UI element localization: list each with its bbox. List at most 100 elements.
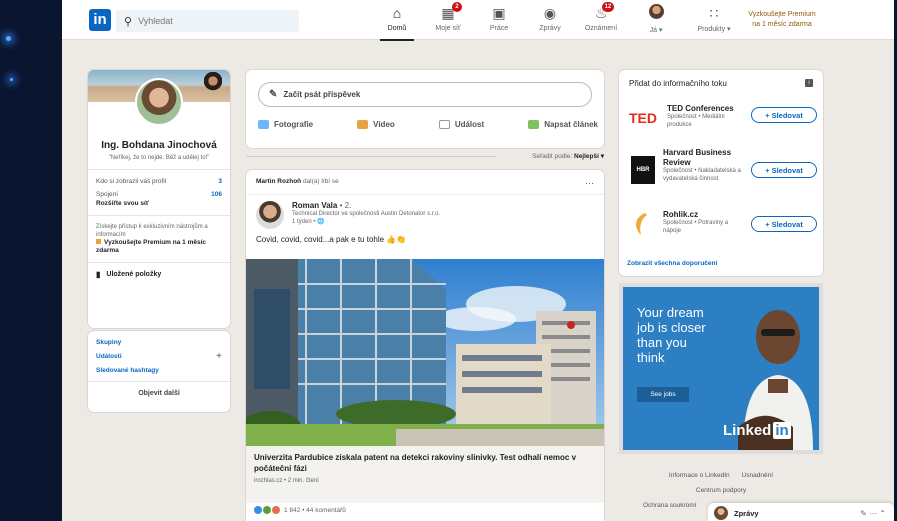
suggestion-name[interactable]: Harvard Business Review	[663, 148, 747, 168]
premium-upsell[interactable]: Získejte přístup k exkluzivním nástrojům…	[88, 223, 230, 255]
feed-post: Martin Rozhoň dal(a) líbí se ··· Roman V…	[246, 170, 604, 521]
follow-button[interactable]: + Sledovat	[751, 162, 817, 178]
saved-items-link[interactable]: ▮ Uložené položky	[88, 270, 230, 279]
suggestion-name[interactable]: TED Conferences	[667, 104, 751, 114]
ad-brand-in: in	[773, 422, 791, 439]
nav-messaging-label: Zprávy	[539, 25, 561, 32]
followed-hashtags-link[interactable]: Sledované hashtagy	[88, 366, 230, 375]
video-icon	[357, 120, 369, 129]
nav-notifications-label: Oznámení	[584, 25, 618, 32]
browser-viewport: in ⚲ ⌂ Domů ▦2 Moje síť ▣ Práce ◉ Zprávy…	[62, 0, 894, 521]
premium-icon	[96, 239, 101, 244]
footer-help-link[interactable]: Centrum podpory	[696, 487, 746, 494]
nav-home[interactable]: ⌂ Domů	[372, 4, 422, 41]
nav-my-network[interactable]: ▦ 2 Moje síť	[423, 2, 473, 38]
ad-banner[interactable]: Your dream job is closer than you think …	[623, 287, 819, 450]
post-image[interactable]	[246, 259, 604, 446]
suggestion-item: TED TED Conferences Společnost • Mediáln…	[627, 104, 817, 132]
nav-jobs-label: Práce	[489, 25, 509, 32]
post-time: 1 týden • 🌐	[292, 219, 325, 225]
divider	[88, 169, 230, 170]
ad-headline: Your dream job is closer than you think	[637, 305, 706, 365]
search-input[interactable]	[138, 16, 289, 26]
post-menu-icon[interactable]: ···	[585, 178, 594, 188]
profile-card: Ing. Bohdana Jinochová "Neříkej, že to n…	[88, 70, 230, 328]
premium-line-2: na 1 měsíc zdarma	[752, 21, 812, 28]
footer-privacy-link[interactable]: Ochrana soukromí	[643, 502, 696, 509]
linkedin-logo[interactable]: in	[89, 9, 111, 31]
article-preview[interactable]: Univerzita Pardubice získala patent na d…	[246, 446, 604, 503]
event-button[interactable]: Událost	[438, 120, 484, 129]
feed-sort-dropdown[interactable]: Seřadit podle: Nejlepší ▾	[246, 152, 604, 160]
footer-about-link[interactable]: Informace o LinkedIn	[669, 472, 730, 479]
photo-label: Fotografie	[274, 120, 314, 129]
liker-action: dal(a) líbí se	[302, 178, 339, 185]
suggestion-description: Společnost • Potraviny a nápoje	[663, 220, 729, 234]
hbr-logo[interactable]: HBR	[631, 156, 655, 184]
communities-card: Skupiny Události + Sledované hashtagy Ob…	[88, 331, 230, 412]
footer-accessibility-link[interactable]: Usnadnění	[742, 472, 773, 479]
share-actions: Fotografie Video Událost Napsat článek	[258, 120, 598, 129]
ted-logo[interactable]: TED	[627, 104, 659, 132]
post-author[interactable]: Roman Vala • 2. Technical Director ve sp…	[246, 195, 604, 229]
messaging-icon: ◉	[543, 5, 557, 21]
divider	[88, 215, 230, 216]
advertisement[interactable]: Your dream job is closer than you think …	[619, 283, 823, 454]
home-icon: ⌂	[392, 5, 402, 21]
messaging-overlay[interactable]: Zprávy ✎ ··· ⌃	[708, 503, 894, 521]
write-article-button[interactable]: Napsat článek	[528, 120, 598, 129]
nav-me[interactable]: Já ▾	[631, 4, 681, 38]
rohlik-logo[interactable]	[627, 210, 655, 238]
start-post-button[interactable]: ✎ Začít psát příspěvek	[258, 82, 592, 107]
background-sparkle	[6, 36, 11, 41]
view-all-recommendations-link[interactable]: Zobrazit všechna doporučení	[627, 260, 717, 267]
premium-line-1: Vyzkoušejte Premium	[748, 11, 816, 18]
search-box[interactable]: ⚲	[116, 10, 299, 32]
author-avatar[interactable]	[256, 201, 284, 229]
connections-row[interactable]: Spojení 106	[88, 190, 230, 199]
follow-button[interactable]: + Sledovat	[751, 107, 817, 123]
nav-home-label: Domů	[387, 25, 407, 32]
info-icon[interactable]: i	[805, 79, 813, 87]
photo-button[interactable]: Fotografie	[258, 120, 313, 129]
nav-my-network-label: Moje síť	[435, 25, 461, 32]
groups-link[interactable]: Skupiny	[88, 338, 230, 347]
nav-messaging[interactable]: ◉ Zprávy	[525, 4, 575, 38]
messaging-label: Zprávy	[734, 508, 759, 518]
author-headline: Technical Director ve společnosti Austin…	[292, 211, 441, 217]
connections-label: Spojení	[96, 191, 119, 198]
nav-jobs[interactable]: ▣ Práce	[474, 4, 524, 38]
add-to-feed-card: Přidat do informačního toku i TED TED Co…	[619, 70, 823, 276]
like-reaction-icon	[254, 506, 262, 514]
messaging-controls-icon[interactable]: ✎ ··· ⌃	[860, 509, 886, 518]
nav-products-label: Produkty ▾	[697, 26, 731, 33]
add-event-icon[interactable]: +	[216, 352, 222, 362]
reactions-summary[interactable]: 1 842 • 44 komentářů	[254, 506, 346, 514]
premium-trial-link[interactable]: Vyzkoušejte Premium na 1 měsíc zdarma	[738, 10, 826, 30]
discover-more-button[interactable]: Objevit další	[88, 381, 230, 399]
article-icon	[528, 120, 540, 129]
grow-network-row[interactable]: Rozšiřte svou síť	[88, 199, 230, 208]
profile-name[interactable]: Ing. Bohdana Jinochová	[88, 140, 230, 151]
video-label: Video	[373, 120, 395, 129]
profile-viewers-row[interactable]: Kdo si zobrazil váš profil 3	[88, 177, 230, 186]
author-name[interactable]: Roman Vala	[292, 201, 337, 210]
linkedin-ad-logo: Linked in	[723, 422, 791, 439]
profile-viewers-count: 3	[218, 178, 222, 185]
network-badge: 2	[452, 2, 462, 12]
reactions-count: 1 842 • 44 komentářů	[284, 506, 346, 514]
suggestion-description: Společnost • Mediální produkce	[667, 114, 725, 128]
video-button[interactable]: Video	[357, 120, 395, 129]
follow-button[interactable]: + Sledovat	[751, 216, 817, 232]
nav-notifications[interactable]: ♨ 12 Oznámení	[576, 2, 626, 38]
liker-name[interactable]: Martin Rozhoň	[256, 178, 301, 185]
suggestion-description: Společnost • Nakladatelská a vydavatelsk…	[663, 168, 741, 182]
saved-items-label: Uložené položky	[106, 271, 162, 278]
profile-photo[interactable]	[135, 78, 183, 126]
post-context-header: Martin Rozhoň dal(a) líbí se ···	[246, 170, 604, 195]
see-jobs-button[interactable]: See jobs	[637, 387, 689, 402]
suggestion-name[interactable]: Rohlik.cz	[663, 210, 747, 220]
events-link[interactable]: Události +	[88, 352, 230, 362]
author-degree: • 2.	[339, 201, 352, 210]
nav-products[interactable]: ∷ Produkty ▾	[688, 4, 740, 38]
